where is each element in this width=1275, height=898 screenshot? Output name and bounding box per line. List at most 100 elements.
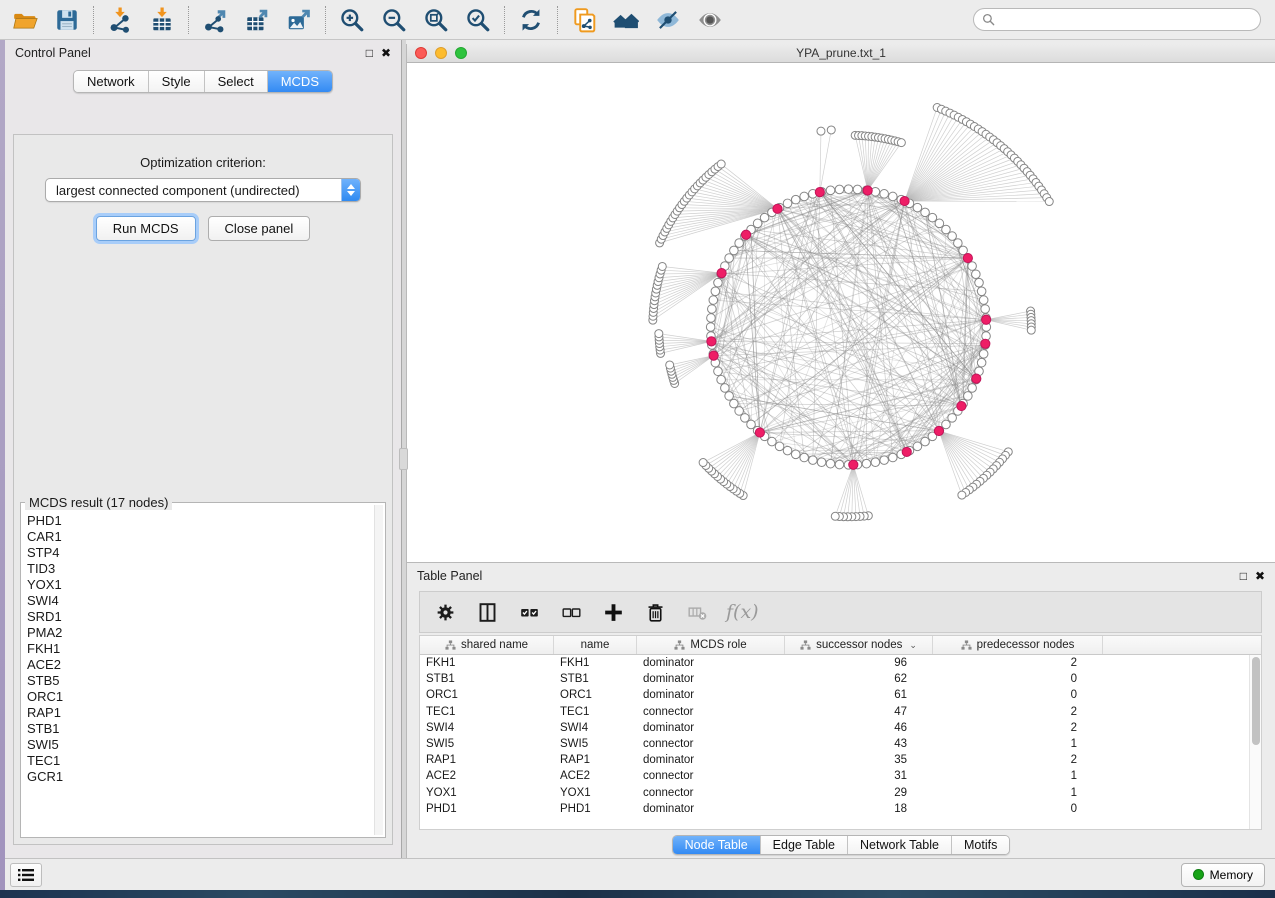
cell-successor-nodes[interactable]: 31 bbox=[785, 770, 933, 782]
tab-node-table[interactable]: Node Table bbox=[673, 836, 761, 854]
cell-successor-nodes[interactable]: 46 bbox=[785, 722, 933, 734]
cell-name[interactable]: PHD1 bbox=[554, 803, 637, 815]
cell-name[interactable]: RAP1 bbox=[554, 754, 637, 766]
cell-name[interactable]: YOX1 bbox=[554, 787, 637, 799]
cell-predecessor-nodes[interactable]: 2 bbox=[933, 722, 1103, 734]
cell-predecessor-nodes[interactable]: 0 bbox=[933, 673, 1103, 685]
cell-successor-nodes[interactable]: 43 bbox=[785, 738, 933, 750]
zoom-in-button[interactable] bbox=[331, 3, 373, 37]
dominator-node[interactable] bbox=[963, 253, 972, 262]
mcds-result-item[interactable]: STB1 bbox=[24, 721, 373, 737]
dominator-node[interactable] bbox=[982, 315, 991, 324]
cell-shared-name[interactable]: RAP1 bbox=[420, 754, 554, 766]
network-window-titlebar[interactable]: YPA_prune.txt_1 bbox=[407, 44, 1275, 63]
window-minimize-icon[interactable] bbox=[435, 47, 447, 59]
float-panel-icon[interactable]: □ bbox=[366, 47, 373, 59]
close-panel-button[interactable]: Close panel bbox=[208, 216, 311, 241]
cell-shared-name[interactable]: PHD1 bbox=[420, 803, 554, 815]
cell-predecessor-nodes[interactable]: 1 bbox=[933, 738, 1103, 750]
cell-successor-nodes[interactable]: 61 bbox=[785, 689, 933, 701]
cell-shared-name[interactable]: SWI5 bbox=[420, 738, 554, 750]
dominator-node[interactable] bbox=[902, 447, 911, 456]
show-all-button[interactable] bbox=[689, 3, 731, 37]
mcds-result-item[interactable]: PHD1 bbox=[24, 513, 373, 529]
cell-mcds-role[interactable]: connector bbox=[637, 706, 785, 718]
cell-name[interactable]: FKH1 bbox=[554, 657, 637, 669]
dominator-node[interactable] bbox=[707, 337, 716, 346]
tab-style[interactable]: Style bbox=[149, 71, 205, 92]
mcds-result-item[interactable]: STB5 bbox=[24, 673, 373, 689]
mcds-result-item[interactable]: ORC1 bbox=[24, 689, 373, 705]
cell-successor-nodes[interactable]: 62 bbox=[785, 673, 933, 685]
scrollbar-thumb[interactable] bbox=[1252, 657, 1260, 745]
cell-shared-name[interactable]: ACE2 bbox=[420, 770, 554, 782]
window-close-icon[interactable] bbox=[415, 47, 427, 59]
first-neighbors-button[interactable] bbox=[605, 3, 647, 37]
export-network-button[interactable] bbox=[194, 3, 236, 37]
cell-mcds-role[interactable]: dominator bbox=[637, 754, 785, 766]
column-header-predecessor-nodes[interactable]: predecessor nodes bbox=[933, 636, 1103, 654]
table-scrollbar[interactable] bbox=[1249, 655, 1261, 829]
import-network-button[interactable] bbox=[99, 3, 141, 37]
tab-motifs[interactable]: Motifs bbox=[952, 836, 1009, 854]
dominator-node[interactable] bbox=[717, 269, 726, 278]
dominator-node[interactable] bbox=[900, 196, 909, 205]
function-builder-icon[interactable]: f(x) bbox=[726, 601, 759, 623]
mcds-result-item[interactable]: GCR1 bbox=[24, 769, 373, 785]
dominator-node[interactable] bbox=[773, 204, 782, 213]
column-header-successor-nodes[interactable]: successor nodes ⌄ bbox=[785, 636, 933, 654]
mcds-result-item[interactable]: TEC1 bbox=[24, 753, 373, 769]
save-session-button[interactable] bbox=[46, 3, 88, 37]
dominator-node[interactable] bbox=[815, 188, 824, 197]
window-zoom-icon[interactable] bbox=[455, 47, 467, 59]
cell-successor-nodes[interactable]: 29 bbox=[785, 787, 933, 799]
cell-predecessor-nodes[interactable]: 1 bbox=[933, 787, 1103, 799]
mcds-result-item[interactable]: SWI5 bbox=[24, 737, 373, 753]
cell-predecessor-nodes[interactable]: 0 bbox=[933, 803, 1103, 815]
mcds-result-item[interactable]: FKH1 bbox=[24, 641, 373, 657]
mcds-result-item[interactable]: PMA2 bbox=[24, 625, 373, 641]
cell-successor-nodes[interactable]: 96 bbox=[785, 657, 933, 669]
refresh-button[interactable] bbox=[510, 3, 552, 37]
cell-mcds-role[interactable]: dominator bbox=[637, 673, 785, 685]
mcds-result-item[interactable]: SRD1 bbox=[24, 609, 373, 625]
dominator-node[interactable] bbox=[755, 428, 764, 437]
cell-mcds-role[interactable]: dominator bbox=[637, 722, 785, 734]
criterion-select[interactable]: largest connected component (undirected) bbox=[45, 178, 361, 202]
cell-name[interactable]: TEC1 bbox=[554, 706, 637, 718]
cell-mcds-role[interactable]: connector bbox=[637, 787, 785, 799]
export-table-button[interactable] bbox=[236, 3, 278, 37]
run-mcds-button[interactable]: Run MCDS bbox=[96, 216, 196, 241]
cell-name[interactable]: STB1 bbox=[554, 673, 637, 685]
export-image-button[interactable] bbox=[278, 3, 320, 37]
mcds-result-item[interactable]: CAR1 bbox=[24, 529, 373, 545]
duplicate-network-button[interactable] bbox=[563, 3, 605, 37]
deselect-all-icon[interactable] bbox=[558, 597, 584, 627]
mcds-result-item[interactable]: YOX1 bbox=[24, 577, 373, 593]
dominator-node[interactable] bbox=[972, 374, 981, 383]
tab-network[interactable]: Network bbox=[74, 71, 149, 92]
network-canvas[interactable] bbox=[407, 63, 1275, 562]
cell-name[interactable]: ORC1 bbox=[554, 689, 637, 701]
cell-predecessor-nodes[interactable]: 0 bbox=[933, 689, 1103, 701]
column-header-mcds-role[interactable]: MCDS role bbox=[637, 636, 785, 654]
hide-selected-button[interactable] bbox=[647, 3, 689, 37]
cell-mcds-role[interactable]: dominator bbox=[637, 657, 785, 669]
cell-successor-nodes[interactable]: 35 bbox=[785, 754, 933, 766]
dominator-node[interactable] bbox=[741, 230, 750, 239]
columns-icon[interactable] bbox=[474, 597, 500, 627]
memory-button[interactable]: Memory bbox=[1181, 863, 1265, 887]
tab-select[interactable]: Select bbox=[205, 71, 268, 92]
cell-mcds-role[interactable]: connector bbox=[637, 770, 785, 782]
cell-name[interactable]: SWI4 bbox=[554, 722, 637, 734]
dominator-node[interactable] bbox=[709, 351, 718, 360]
cell-predecessor-nodes[interactable]: 1 bbox=[933, 770, 1103, 782]
cell-shared-name[interactable]: YOX1 bbox=[420, 787, 554, 799]
cell-predecessor-nodes[interactable]: 2 bbox=[933, 754, 1103, 766]
tab-network-table[interactable]: Network Table bbox=[848, 836, 952, 854]
cell-mcds-role[interactable]: dominator bbox=[637, 803, 785, 815]
cell-shared-name[interactable]: ORC1 bbox=[420, 689, 554, 701]
cell-mcds-role[interactable]: dominator bbox=[637, 689, 785, 701]
tab-mcds[interactable]: MCDS bbox=[268, 71, 332, 92]
dominator-node[interactable] bbox=[934, 426, 943, 435]
